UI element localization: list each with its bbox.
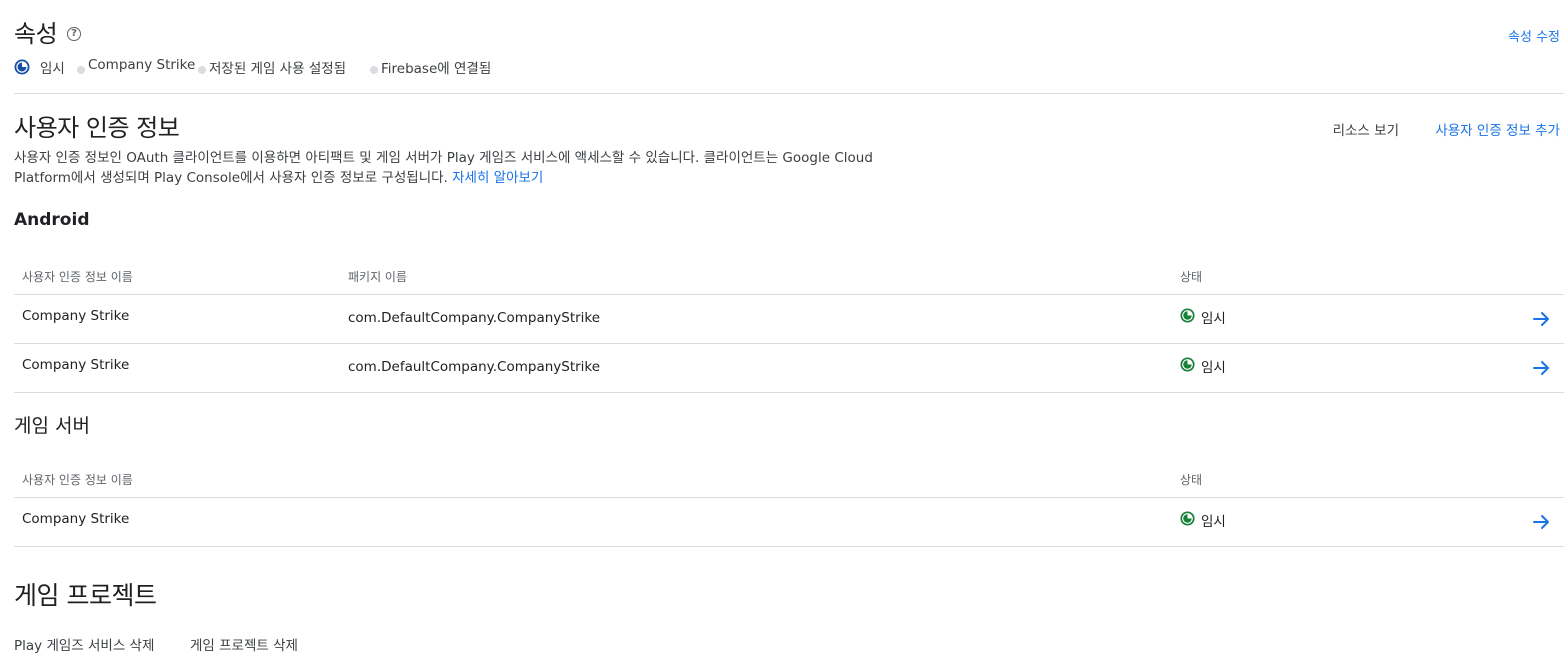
dot-icon bbox=[198, 66, 206, 74]
status-game-name: Company Strike bbox=[88, 57, 196, 73]
arrow-forward-icon[interactable] bbox=[1532, 360, 1552, 376]
status-cell: 임시 bbox=[1180, 510, 1226, 530]
status-firebase: Firebase에 연결됨 bbox=[381, 61, 492, 77]
game-project-title: 게임 프로젝트 bbox=[14, 581, 157, 610]
divider bbox=[14, 546, 1564, 547]
divider bbox=[14, 392, 1564, 393]
column-header-credential-name: 사용자 인증 정보 이름 bbox=[22, 473, 133, 487]
package-name: com.DefaultCompany.CompanyStrike bbox=[348, 359, 601, 375]
add-credential-link[interactable]: 사용자 인증 정보 추가 bbox=[1435, 119, 1560, 139]
dot-icon bbox=[77, 66, 85, 74]
android-section-title: Android bbox=[14, 210, 90, 230]
edit-properties-link[interactable]: 속성 수정 bbox=[1508, 26, 1560, 45]
arrow-forward-icon[interactable] bbox=[1532, 514, 1552, 530]
column-header-package-name: 패키지 이름 bbox=[348, 270, 408, 284]
pending-icon bbox=[1180, 307, 1195, 327]
table-row[interactable]: Company Strike com.DefaultCompany.Compan… bbox=[14, 295, 1564, 343]
arrow-forward-icon[interactable] bbox=[1532, 311, 1552, 327]
learn-more-link[interactable]: 자세히 알아보기 bbox=[452, 170, 543, 186]
credentials-title: 사용자 인증 정보 bbox=[14, 114, 180, 142]
table-row[interactable]: Company Strike com.DefaultCompany.Compan… bbox=[14, 344, 1564, 392]
status-cell: 임시 bbox=[1180, 307, 1226, 327]
credentials-description: 사용자 인증 정보인 OAuth 클라이언트를 이용하면 아티팩트 및 게임 서… bbox=[14, 148, 914, 188]
credential-name: Company Strike bbox=[22, 511, 130, 527]
status-pending-label: 임시 bbox=[40, 61, 65, 77]
pending-icon bbox=[1180, 510, 1195, 530]
view-resources-link[interactable]: 리소스 보기 bbox=[1333, 119, 1399, 139]
divider bbox=[14, 93, 1564, 94]
credential-name: Company Strike bbox=[22, 308, 130, 324]
table-row[interactable]: Company Strike 임시 bbox=[14, 498, 1564, 546]
column-header-status: 상태 bbox=[1180, 473, 1203, 487]
status-cell: 임시 bbox=[1180, 356, 1226, 376]
delete-game-project-button[interactable]: 게임 프로젝트 삭제 bbox=[190, 634, 298, 654]
help-icon[interactable]: ? bbox=[67, 27, 81, 41]
status-label: 임시 bbox=[1201, 311, 1226, 327]
delete-play-games-services-button[interactable]: Play 게임즈 서비스 삭제 bbox=[14, 634, 154, 654]
dot-icon bbox=[370, 66, 378, 74]
game-server-section-title: 게임 서버 bbox=[14, 415, 90, 437]
pending-icon bbox=[1180, 356, 1195, 376]
properties-title: 속성 bbox=[14, 20, 58, 48]
credentials-description-text: 사용자 인증 정보인 OAuth 클라이언트를 이용하면 아티팩트 및 게임 서… bbox=[14, 150, 873, 186]
column-header-status: 상태 bbox=[1180, 270, 1203, 284]
pending-icon bbox=[14, 59, 30, 79]
status-label: 임시 bbox=[1201, 360, 1226, 376]
status-saved-games: 저장된 게임 사용 설정됨 bbox=[209, 61, 347, 77]
column-header-credential-name: 사용자 인증 정보 이름 bbox=[22, 270, 133, 284]
status-label: 임시 bbox=[1201, 514, 1226, 530]
credential-name: Company Strike bbox=[22, 357, 130, 373]
package-name: com.DefaultCompany.CompanyStrike bbox=[348, 310, 601, 326]
